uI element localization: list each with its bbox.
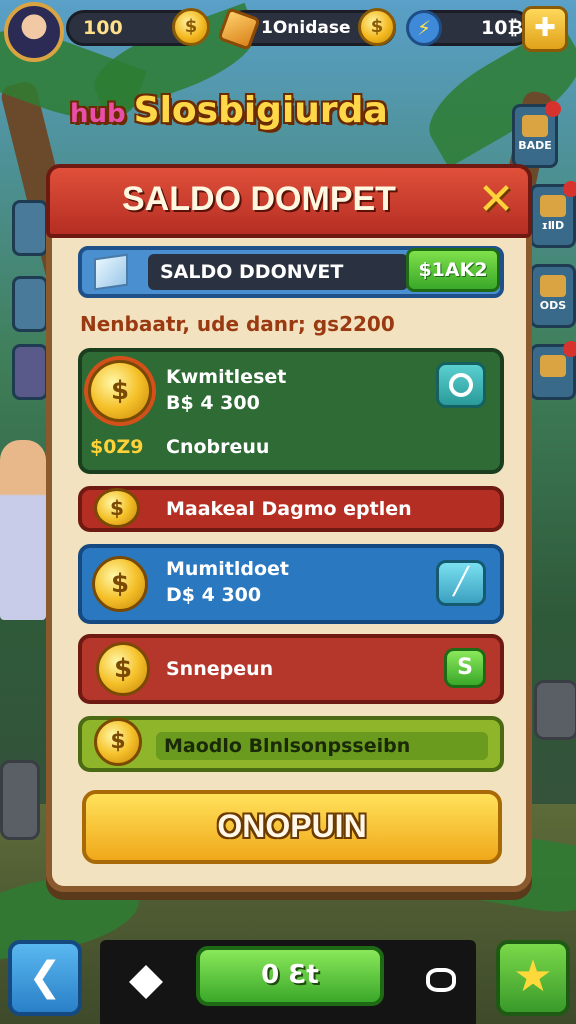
wallet-card[interactable]: $ Maakeal Dagmo eptlen: [78, 486, 504, 532]
side-tile-gold[interactable]: ɪⅡD: [530, 181, 576, 248]
notification-badge: [563, 181, 576, 197]
back-icon: ❮: [28, 954, 62, 1000]
card-subtitle: Cnobreuu: [166, 436, 270, 458]
notification-badge: [545, 101, 561, 117]
title-main: Slosbigiurda: [133, 90, 388, 131]
wallet-modal: SALDO DOMPET ✕ SALDO DDONVET $1AK2 Nenba…: [46, 164, 532, 892]
wallet-card[interactable]: $ Snnepeun S: [78, 634, 504, 704]
search-button[interactable]: [436, 362, 486, 408]
item-icon: [540, 275, 566, 297]
card-title: Maakeal Dagmo eptlen: [166, 498, 412, 520]
add-currency-button[interactable]: ✚: [522, 6, 568, 52]
side-tile-label: ODS: [539, 299, 567, 312]
stone-block: [534, 680, 576, 740]
edit-icon: ╱: [453, 567, 469, 597]
coin-stack-icon: $: [96, 642, 150, 696]
crate-icon: [522, 115, 548, 137]
coin-stack-icon: [540, 195, 566, 217]
swirl-icon[interactable]: [426, 968, 456, 992]
villager-character: [0, 440, 46, 620]
claim-label: S: [457, 655, 473, 680]
game-title: hub Slosbigiurda: [70, 90, 388, 131]
bottom-bar: 0 Ɛt: [100, 940, 476, 1024]
modal-header: SALDO DOMPET ✕: [46, 164, 532, 238]
stone-block: [0, 760, 40, 840]
star-icon: ★: [513, 951, 553, 1002]
coin-icon[interactable]: $: [358, 8, 396, 46]
player-avatar[interactable]: [4, 2, 64, 62]
wallet-card[interactable]: $ Mumitldoet D$ 4 300 ╱: [78, 544, 504, 624]
coin-icon: $: [94, 718, 142, 766]
top-resource-bar: 100 $ 1Onidase $ 10₿ ⚡ ✚: [0, 0, 576, 62]
coins-value: 100: [83, 17, 123, 39]
coin-icon[interactable]: $: [172, 8, 210, 46]
side-tile-extra[interactable]: [530, 341, 576, 400]
side-tile-left-1[interactable]: [12, 200, 48, 256]
wallet-card[interactable]: $ Kwmitleset B$ 4 300 $0Z9 Cnobreuu: [78, 348, 504, 474]
search-icon: [449, 373, 473, 397]
close-button[interactable]: ✕: [472, 178, 520, 226]
coin-stack-icon: $: [88, 360, 152, 422]
side-tile-shop[interactable]: BADE: [512, 101, 561, 168]
card-title: Mumitldoet: [166, 558, 289, 580]
notification-badge: [563, 341, 576, 357]
card-title: Kwmitleset: [166, 366, 287, 388]
balance-bar: SALDO DDONVET $1AK2: [78, 246, 504, 298]
cube-icon: [94, 253, 128, 291]
card-price: $0Z9: [90, 436, 144, 458]
play-button[interactable]: 0 Ɛt: [196, 946, 384, 1006]
coin-icon: $: [94, 488, 140, 528]
side-tile-left-3[interactable]: [12, 344, 48, 400]
side-tile-label: BADE: [518, 139, 552, 152]
balance-amount[interactable]: $1AK2: [406, 248, 500, 292]
coin-icon: $: [92, 556, 148, 612]
wallet-subtitle: Nenbaatr, ude danr; gs2200: [80, 312, 395, 336]
side-tile-items[interactable]: ODS: [530, 264, 576, 328]
wallet-card[interactable]: $ Maodlo Blnlsonpsseibn: [78, 716, 504, 772]
play-label: 0 Ɛt: [261, 960, 319, 990]
card-title: Maodlo Blnlsonpsseibn: [156, 732, 488, 760]
confirm-button[interactable]: ONOPUIN: [82, 790, 502, 864]
back-button[interactable]: ❮: [8, 940, 82, 1016]
card-title: Snnepeun: [166, 658, 274, 680]
diamond-icon[interactable]: [129, 965, 163, 999]
balance-label: SALDO DDONVET: [148, 254, 408, 290]
edit-button[interactable]: ╱: [436, 560, 486, 606]
side-tile-label: ɪⅡD: [541, 219, 565, 232]
lightning-icon: ⚡: [406, 10, 442, 46]
claim-button[interactable]: S: [444, 648, 486, 688]
card-amount: D$ 4 300: [166, 584, 262, 606]
gems-value: 1Onidase: [261, 18, 351, 38]
favorite-button[interactable]: ★: [496, 940, 570, 1016]
modal-title: SALDO DOMPET: [122, 180, 396, 218]
item-icon: [540, 355, 566, 377]
energy-value: 10₿: [481, 17, 523, 39]
side-tile-left-2[interactable]: [12, 276, 48, 332]
card-amount: B$ 4 300: [166, 392, 260, 414]
title-prefix: hub: [70, 99, 126, 129]
